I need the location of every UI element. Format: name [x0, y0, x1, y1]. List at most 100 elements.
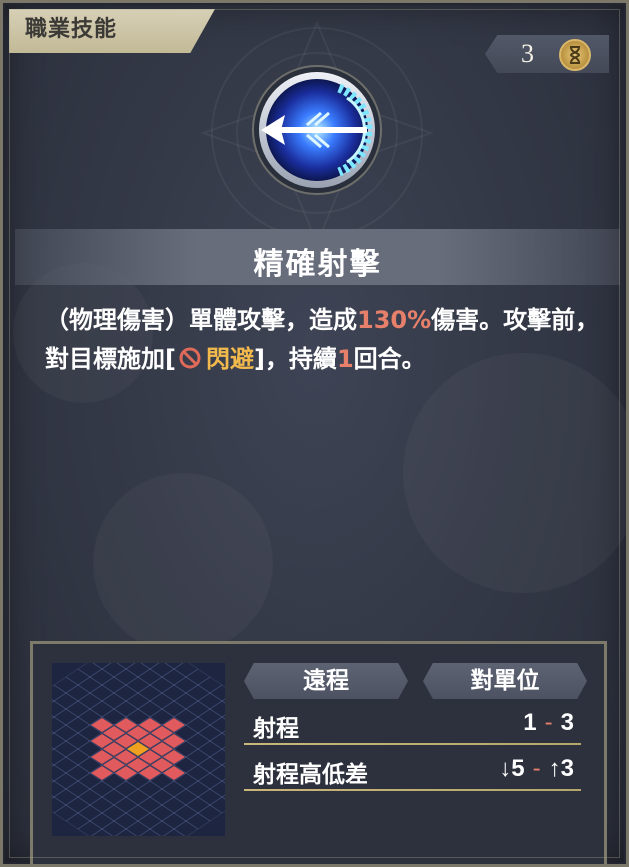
grid-tile-bg — [53, 724, 79, 742]
grid-tile-bg — [89, 668, 115, 686]
grid-tile-bg — [52, 748, 67, 766]
grid-tile-bg — [52, 716, 67, 734]
range-min: 1 — [523, 709, 537, 736]
grid-tile-bg — [149, 788, 175, 806]
grid-tile-bg — [101, 663, 127, 678]
grid-tile-bg — [173, 676, 199, 694]
grid-tile-bg — [149, 820, 175, 836]
grid-tile-bg — [161, 812, 187, 830]
damage-percent: 130% — [357, 306, 432, 334]
up-arrow-icon: ↑ — [548, 755, 561, 782]
grid-tile-bg — [101, 788, 127, 806]
grid-tile-bg — [161, 796, 187, 814]
grid-tile-bg — [185, 796, 211, 814]
grid-tile-bg — [53, 804, 79, 822]
grid-tile-bg — [113, 668, 139, 686]
grid-tile-bg — [52, 684, 67, 702]
grid-tile-bg — [149, 663, 175, 678]
grid-tile-bg — [197, 772, 223, 790]
grid-tile-bg — [197, 788, 223, 806]
grid-tile-bg — [90, 828, 114, 836]
grid-tile-bg — [77, 692, 103, 710]
skill-card: 職業技能 3 精確射擊 （物理傷害）單體攻擊，造成130%傷害。攻擊前，對目標施… — [0, 0, 629, 867]
grid-tile-bg — [65, 668, 91, 686]
grid-tile-bg — [197, 692, 223, 710]
grid-tile-bg — [137, 668, 163, 686]
grid-tile-bg — [113, 780, 139, 798]
grid-tile-bg — [138, 828, 162, 836]
range-max: 3 — [560, 709, 574, 736]
grid-tile-bg — [53, 772, 79, 790]
grid-tile-bg — [173, 804, 199, 822]
grid-tile-bg — [113, 796, 139, 814]
grid-tile-bg — [197, 724, 223, 742]
range-sep: - — [544, 709, 553, 736]
grid-tile-bg — [77, 676, 103, 694]
grid-tile-bg — [101, 804, 127, 822]
grid-tile-bg — [77, 804, 103, 822]
grid-tile-bg — [125, 692, 151, 710]
target-type-badge: 對單位 — [423, 663, 587, 699]
category-tab-label: 職業技能 — [25, 17, 118, 42]
piercing-arrow-skill-icon — [252, 65, 382, 195]
grid-tile-bg — [65, 796, 91, 814]
grid-tile-bg — [161, 684, 187, 702]
grid-tile-bg — [65, 780, 91, 798]
grid-tile-bg — [185, 668, 211, 686]
grid-tile-bg — [114, 828, 138, 836]
grid-tile-bg — [89, 796, 115, 814]
grid-tile-bg — [197, 740, 223, 758]
grid-tile-bg — [52, 780, 67, 798]
grid-tile-bg — [137, 796, 163, 814]
grid-tile-bg — [137, 780, 163, 798]
ban-icon — [178, 343, 202, 382]
grid-tile-bg — [89, 780, 115, 798]
grid-tile-bg — [89, 700, 115, 718]
grid-tile-bg — [65, 748, 91, 766]
grid-tile-bg — [53, 740, 79, 758]
grid-tile-bg — [185, 748, 211, 766]
grid-tile-bg — [173, 692, 199, 710]
grid-tile-bg — [53, 692, 79, 710]
skill-description: （物理傷害）單體攻擊，造成130%傷害。攻擊前，對目標施加[閃避]，持續1回合。 — [45, 301, 605, 382]
grid-tile-bg — [137, 700, 163, 718]
grid-tile-bg — [161, 780, 187, 798]
grid-tile-bg — [52, 764, 67, 782]
grid-tile-bg — [185, 684, 211, 702]
grid-tile-bg — [53, 756, 79, 774]
height-down: 5 — [511, 755, 525, 782]
grid-tile-bg — [52, 700, 67, 718]
duration-value: 1 — [336, 345, 354, 373]
grid-tile-bg — [197, 804, 223, 822]
cooldown-value: 3 — [521, 39, 534, 68]
grid-tile-bg — [125, 820, 151, 836]
grid-tile-bg — [149, 692, 175, 710]
height-diff-value: ↓5- ↑3 — [499, 755, 574, 783]
grid-tile-bg — [52, 796, 67, 814]
height-diff-label: 射程高低差 — [253, 762, 368, 788]
grid-tile-bg — [53, 788, 79, 806]
status-evade[interactable]: 閃避 — [206, 345, 254, 373]
row-divider — [244, 743, 581, 745]
grid-tile-bg — [113, 700, 139, 718]
grid-tile-bg — [149, 676, 175, 694]
grid-tile-bg — [113, 684, 139, 702]
grid-tile-bg — [149, 804, 175, 822]
grid-tile-bg — [137, 812, 163, 830]
desc-part4: 回合。 — [353, 345, 426, 373]
grid-tile-bg — [65, 812, 91, 830]
grid-tile-bg — [125, 788, 151, 806]
grid-tile-bg — [125, 804, 151, 822]
grid-tile-bg — [185, 764, 211, 782]
grid-tile-bg — [101, 820, 127, 836]
grid-tile-bg — [65, 764, 91, 782]
range-value: 1-3 — [523, 709, 574, 737]
grid-tile-bg — [101, 692, 127, 710]
grid-tile-bg — [161, 668, 187, 686]
down-arrow-icon: ↓ — [499, 755, 512, 782]
grid-tile-bg — [65, 700, 91, 718]
grid-tile-bg — [125, 676, 151, 694]
grid-tile-bg — [185, 780, 211, 798]
grid-tile-bg — [53, 676, 79, 694]
desc-part3: ]，持續 — [253, 345, 337, 373]
